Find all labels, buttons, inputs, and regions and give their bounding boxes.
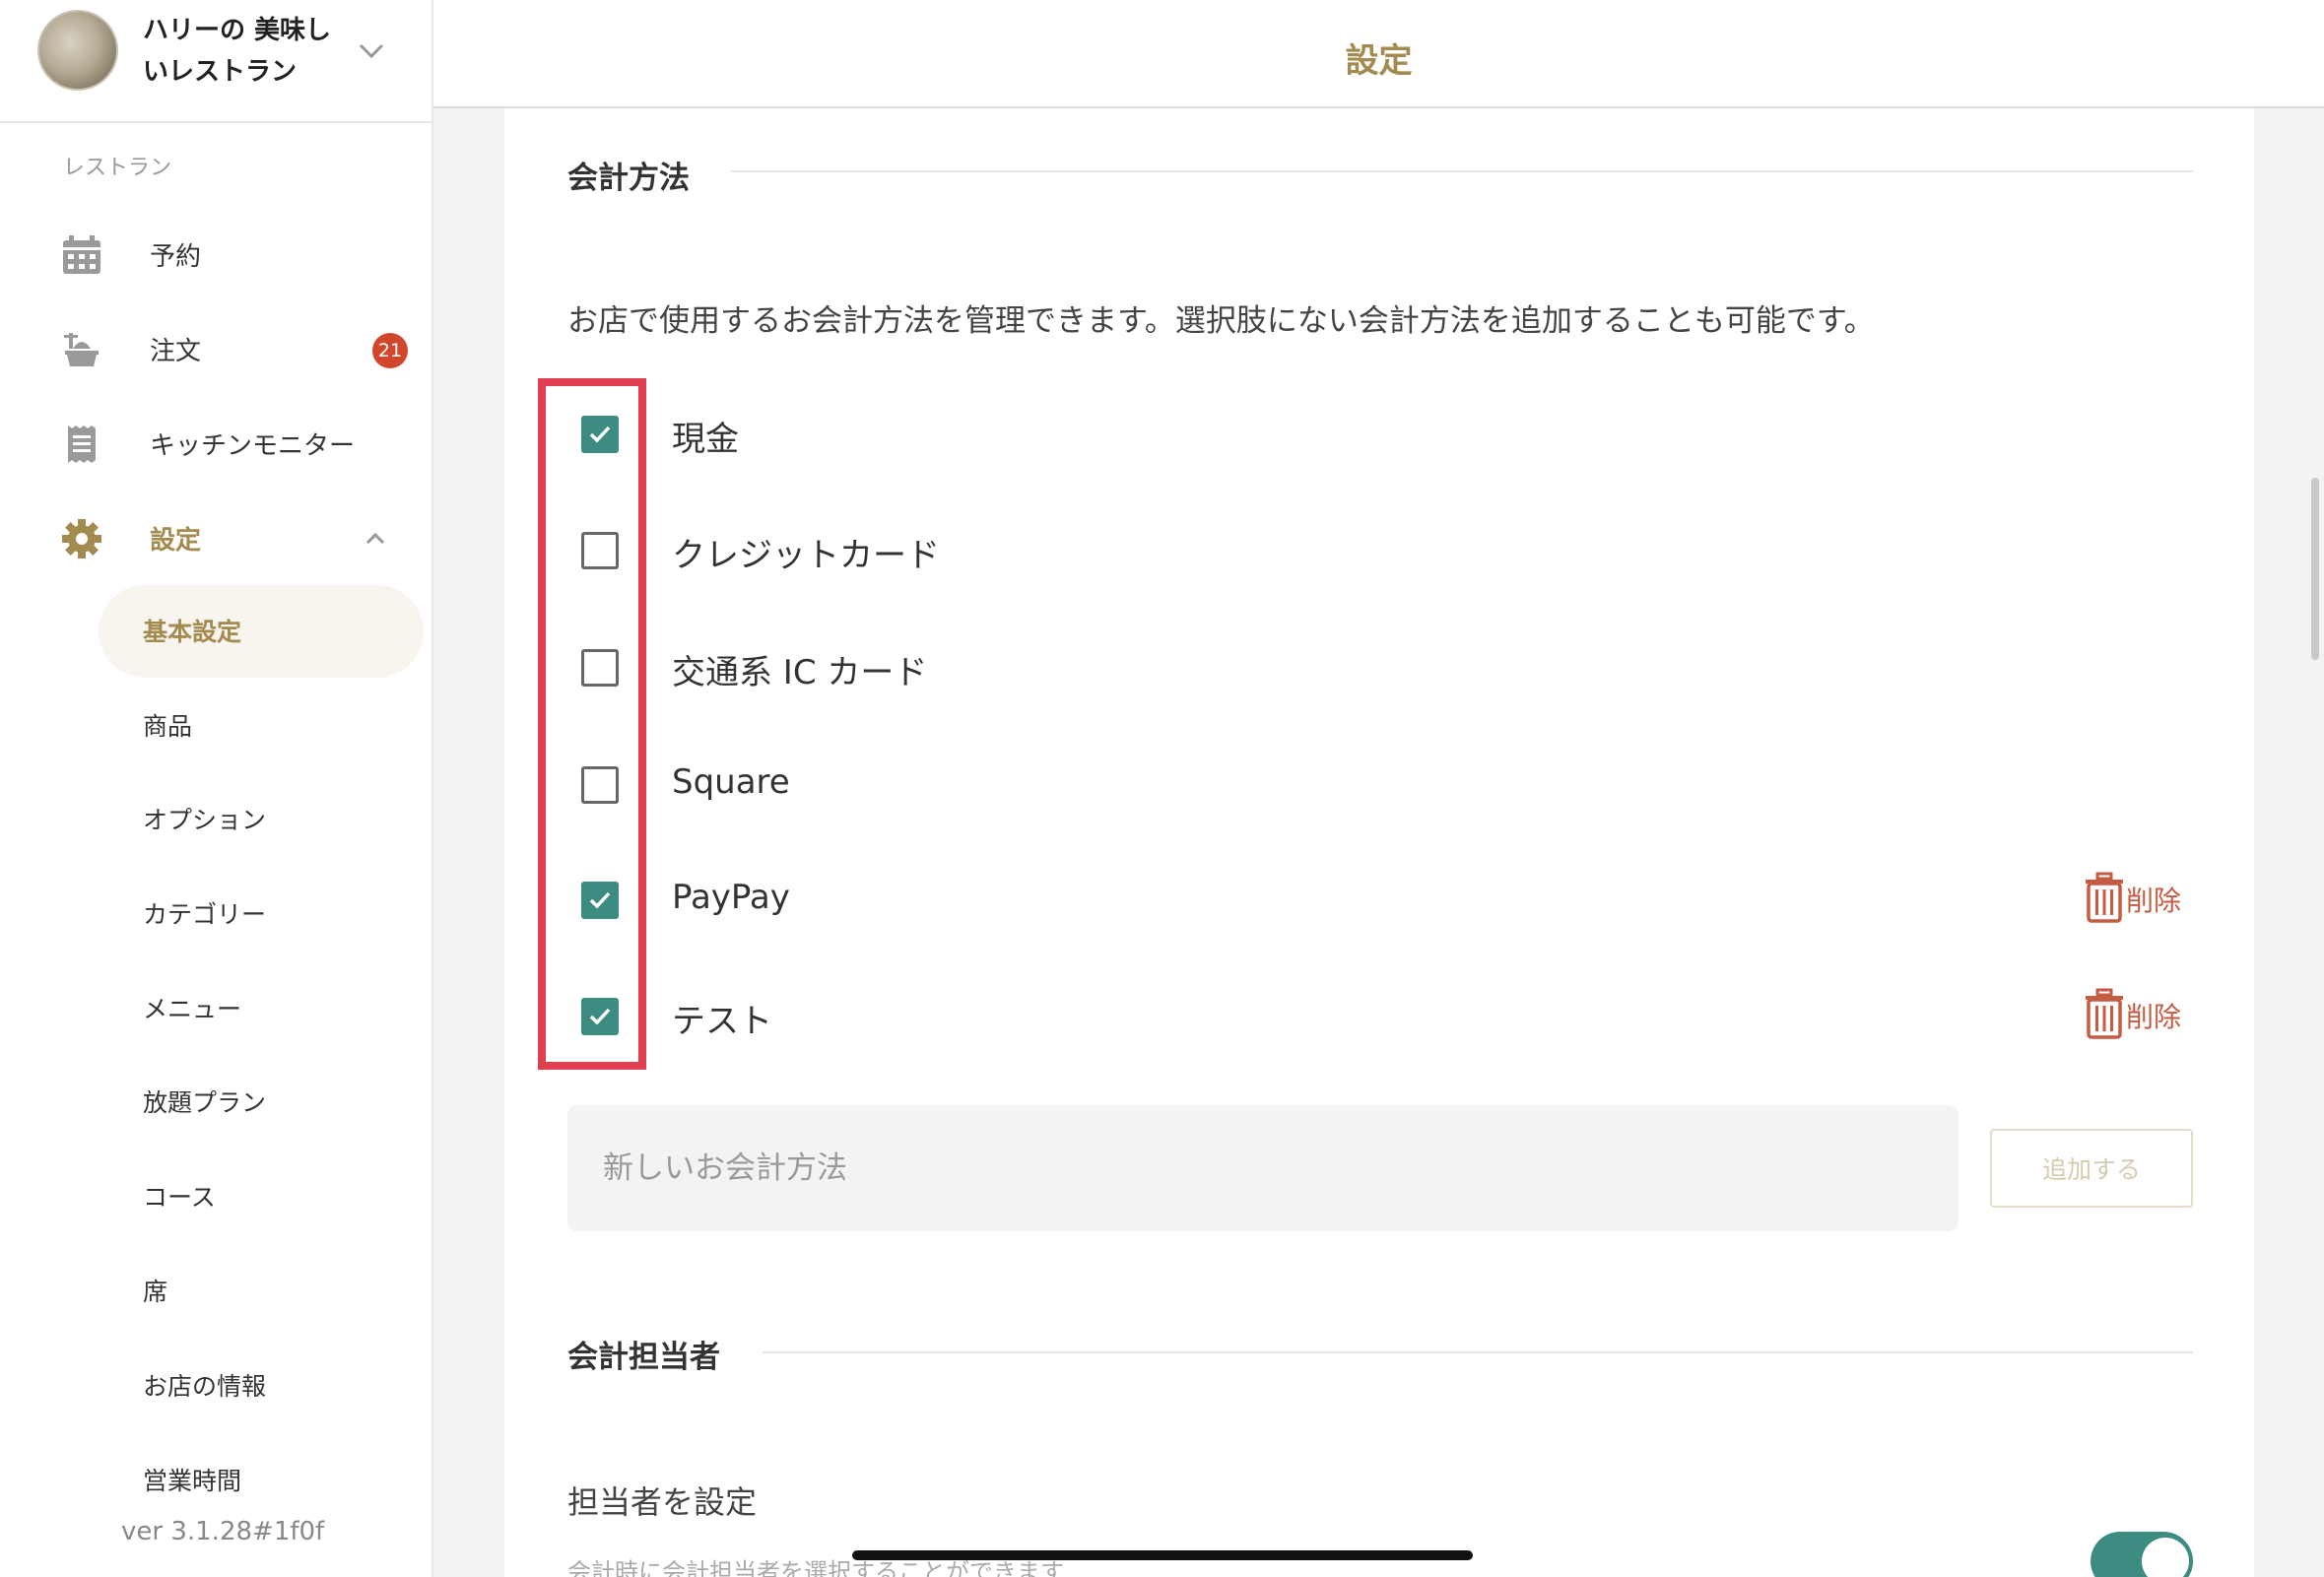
payment-methods-description: お店で使用するお会計方法を管理できます。選択肢にない会計方法を追加することも可能… bbox=[567, 303, 1875, 339]
store-avatar bbox=[37, 10, 118, 91]
sub-item-label: コース bbox=[143, 1183, 216, 1212]
nav-item-orders[interactable]: 注文 21 bbox=[0, 309, 432, 388]
nav-label: 設定 bbox=[150, 526, 202, 556]
add-button[interactable]: 追加する bbox=[1990, 1129, 2193, 1208]
payment-option-label: Square bbox=[672, 762, 790, 802]
payment-option-label: 現金 bbox=[672, 420, 739, 459]
payment-option-square[interactable]: Square bbox=[567, 741, 2193, 829]
sub-item-courses[interactable]: コース bbox=[99, 1150, 424, 1243]
delete-button[interactable]: 削除 bbox=[2083, 870, 2193, 925]
gear-icon bbox=[62, 519, 101, 559]
payment-option-label: PayPay bbox=[672, 878, 790, 917]
payment-option-cash[interactable]: 現金 bbox=[567, 390, 2193, 479]
sub-item-label: メニュー bbox=[143, 995, 242, 1023]
store-switcher[interactable]: ハリーの 美味しいレストラン bbox=[0, 0, 432, 123]
checkbox-highlight-box bbox=[538, 378, 646, 1070]
chevron-down-icon[interactable] bbox=[357, 35, 386, 65]
home-indicator bbox=[852, 1550, 1473, 1560]
page-title: 設定 bbox=[1345, 41, 1413, 81]
toggle-knob bbox=[2142, 1538, 2189, 1577]
sub-item-menu[interactable]: メニュー bbox=[99, 962, 424, 1055]
sub-item-label: 商品 bbox=[143, 712, 193, 741]
section-label: レストラン bbox=[63, 156, 172, 180]
trash-icon bbox=[2086, 872, 2123, 923]
payment-option-label: クレジットカード bbox=[672, 536, 940, 575]
receipt-icon bbox=[68, 426, 96, 463]
payment-option-label: 交通系 IC カード bbox=[672, 653, 928, 692]
sub-item-label: 基本設定 bbox=[143, 618, 242, 646]
payment-option-label: テスト bbox=[672, 1002, 772, 1041]
assign-cashier-toggle[interactable] bbox=[2091, 1532, 2193, 1577]
nav-item-kitchen-monitor[interactable]: キッチンモニター bbox=[0, 404, 432, 483]
assign-cashier-label: 担当者を設定 bbox=[567, 1483, 758, 1521]
divider bbox=[763, 1351, 2193, 1353]
settings-panel: 会計方法 お店で使用するお会計方法を管理できます。選択肢にない会計方法を追加する… bbox=[504, 108, 2254, 1577]
sub-item-label: 席 bbox=[143, 1278, 168, 1306]
notification-badge: 21 bbox=[372, 333, 408, 368]
sidebar: ハリーの 美味しいレストラン レストラン 予約 注文 21 キッチンモニター 設… bbox=[0, 0, 433, 1577]
scrollbar[interactable] bbox=[2311, 478, 2319, 660]
delete-button[interactable]: 削除 bbox=[2083, 986, 2193, 1041]
version-label: ver 3.1.28#1f0f bbox=[121, 1517, 417, 1546]
order-icon bbox=[64, 333, 99, 366]
nav-item-settings[interactable]: 設定 bbox=[0, 498, 432, 577]
nav-label: 注文 bbox=[150, 337, 202, 366]
sub-item-seats[interactable]: 席 bbox=[99, 1245, 424, 1338]
sub-item-business-hours[interactable]: 営業時間 bbox=[99, 1434, 424, 1527]
sub-item-label: 営業時間 bbox=[143, 1467, 242, 1495]
delete-label: 削除 bbox=[2126, 885, 2182, 917]
nav-label: 予約 bbox=[150, 242, 202, 272]
payment-option-credit-card[interactable]: クレジットカード bbox=[567, 506, 2193, 595]
sub-item-products[interactable]: 商品 bbox=[99, 680, 424, 772]
divider bbox=[731, 170, 2193, 172]
calendar-icon bbox=[63, 235, 100, 274]
sub-item-label: 放題プラン bbox=[143, 1088, 267, 1117]
nav-label: キッチンモニター bbox=[150, 431, 356, 461]
trash-icon bbox=[2086, 988, 2123, 1039]
sub-item-store-info[interactable]: お店の情報 bbox=[99, 1340, 424, 1432]
sub-item-label: オプション bbox=[143, 806, 267, 834]
sub-item-all-you-can-plans[interactable]: 放題プラン bbox=[99, 1056, 424, 1149]
store-name: ハリーの 美味しいレストラン bbox=[143, 16, 332, 87]
nav-item-reservations[interactable]: 予約 bbox=[0, 215, 432, 294]
payment-option-paypay[interactable]: PayPay 削除 bbox=[567, 856, 2193, 945]
sub-item-categories[interactable]: カテゴリー bbox=[99, 868, 424, 960]
payment-methods-heading: 会計方法 bbox=[567, 161, 690, 196]
cashier-heading: 会計担当者 bbox=[567, 1340, 720, 1375]
top-bar: 設定 bbox=[433, 0, 2324, 108]
sub-item-basic-settings[interactable]: 基本設定 bbox=[99, 585, 424, 678]
delete-label: 削除 bbox=[2126, 1001, 2182, 1033]
new-payment-method-input[interactable] bbox=[567, 1105, 1959, 1231]
chevron-up-icon[interactable] bbox=[361, 524, 390, 554]
payment-option-test[interactable]: テスト 削除 bbox=[567, 972, 2193, 1061]
sub-item-options[interactable]: オプション bbox=[99, 773, 424, 866]
sub-item-label: カテゴリー bbox=[143, 900, 267, 929]
sub-item-label: お店の情報 bbox=[143, 1372, 267, 1401]
payment-option-ic-card[interactable]: 交通系 IC カード bbox=[567, 624, 2193, 712]
